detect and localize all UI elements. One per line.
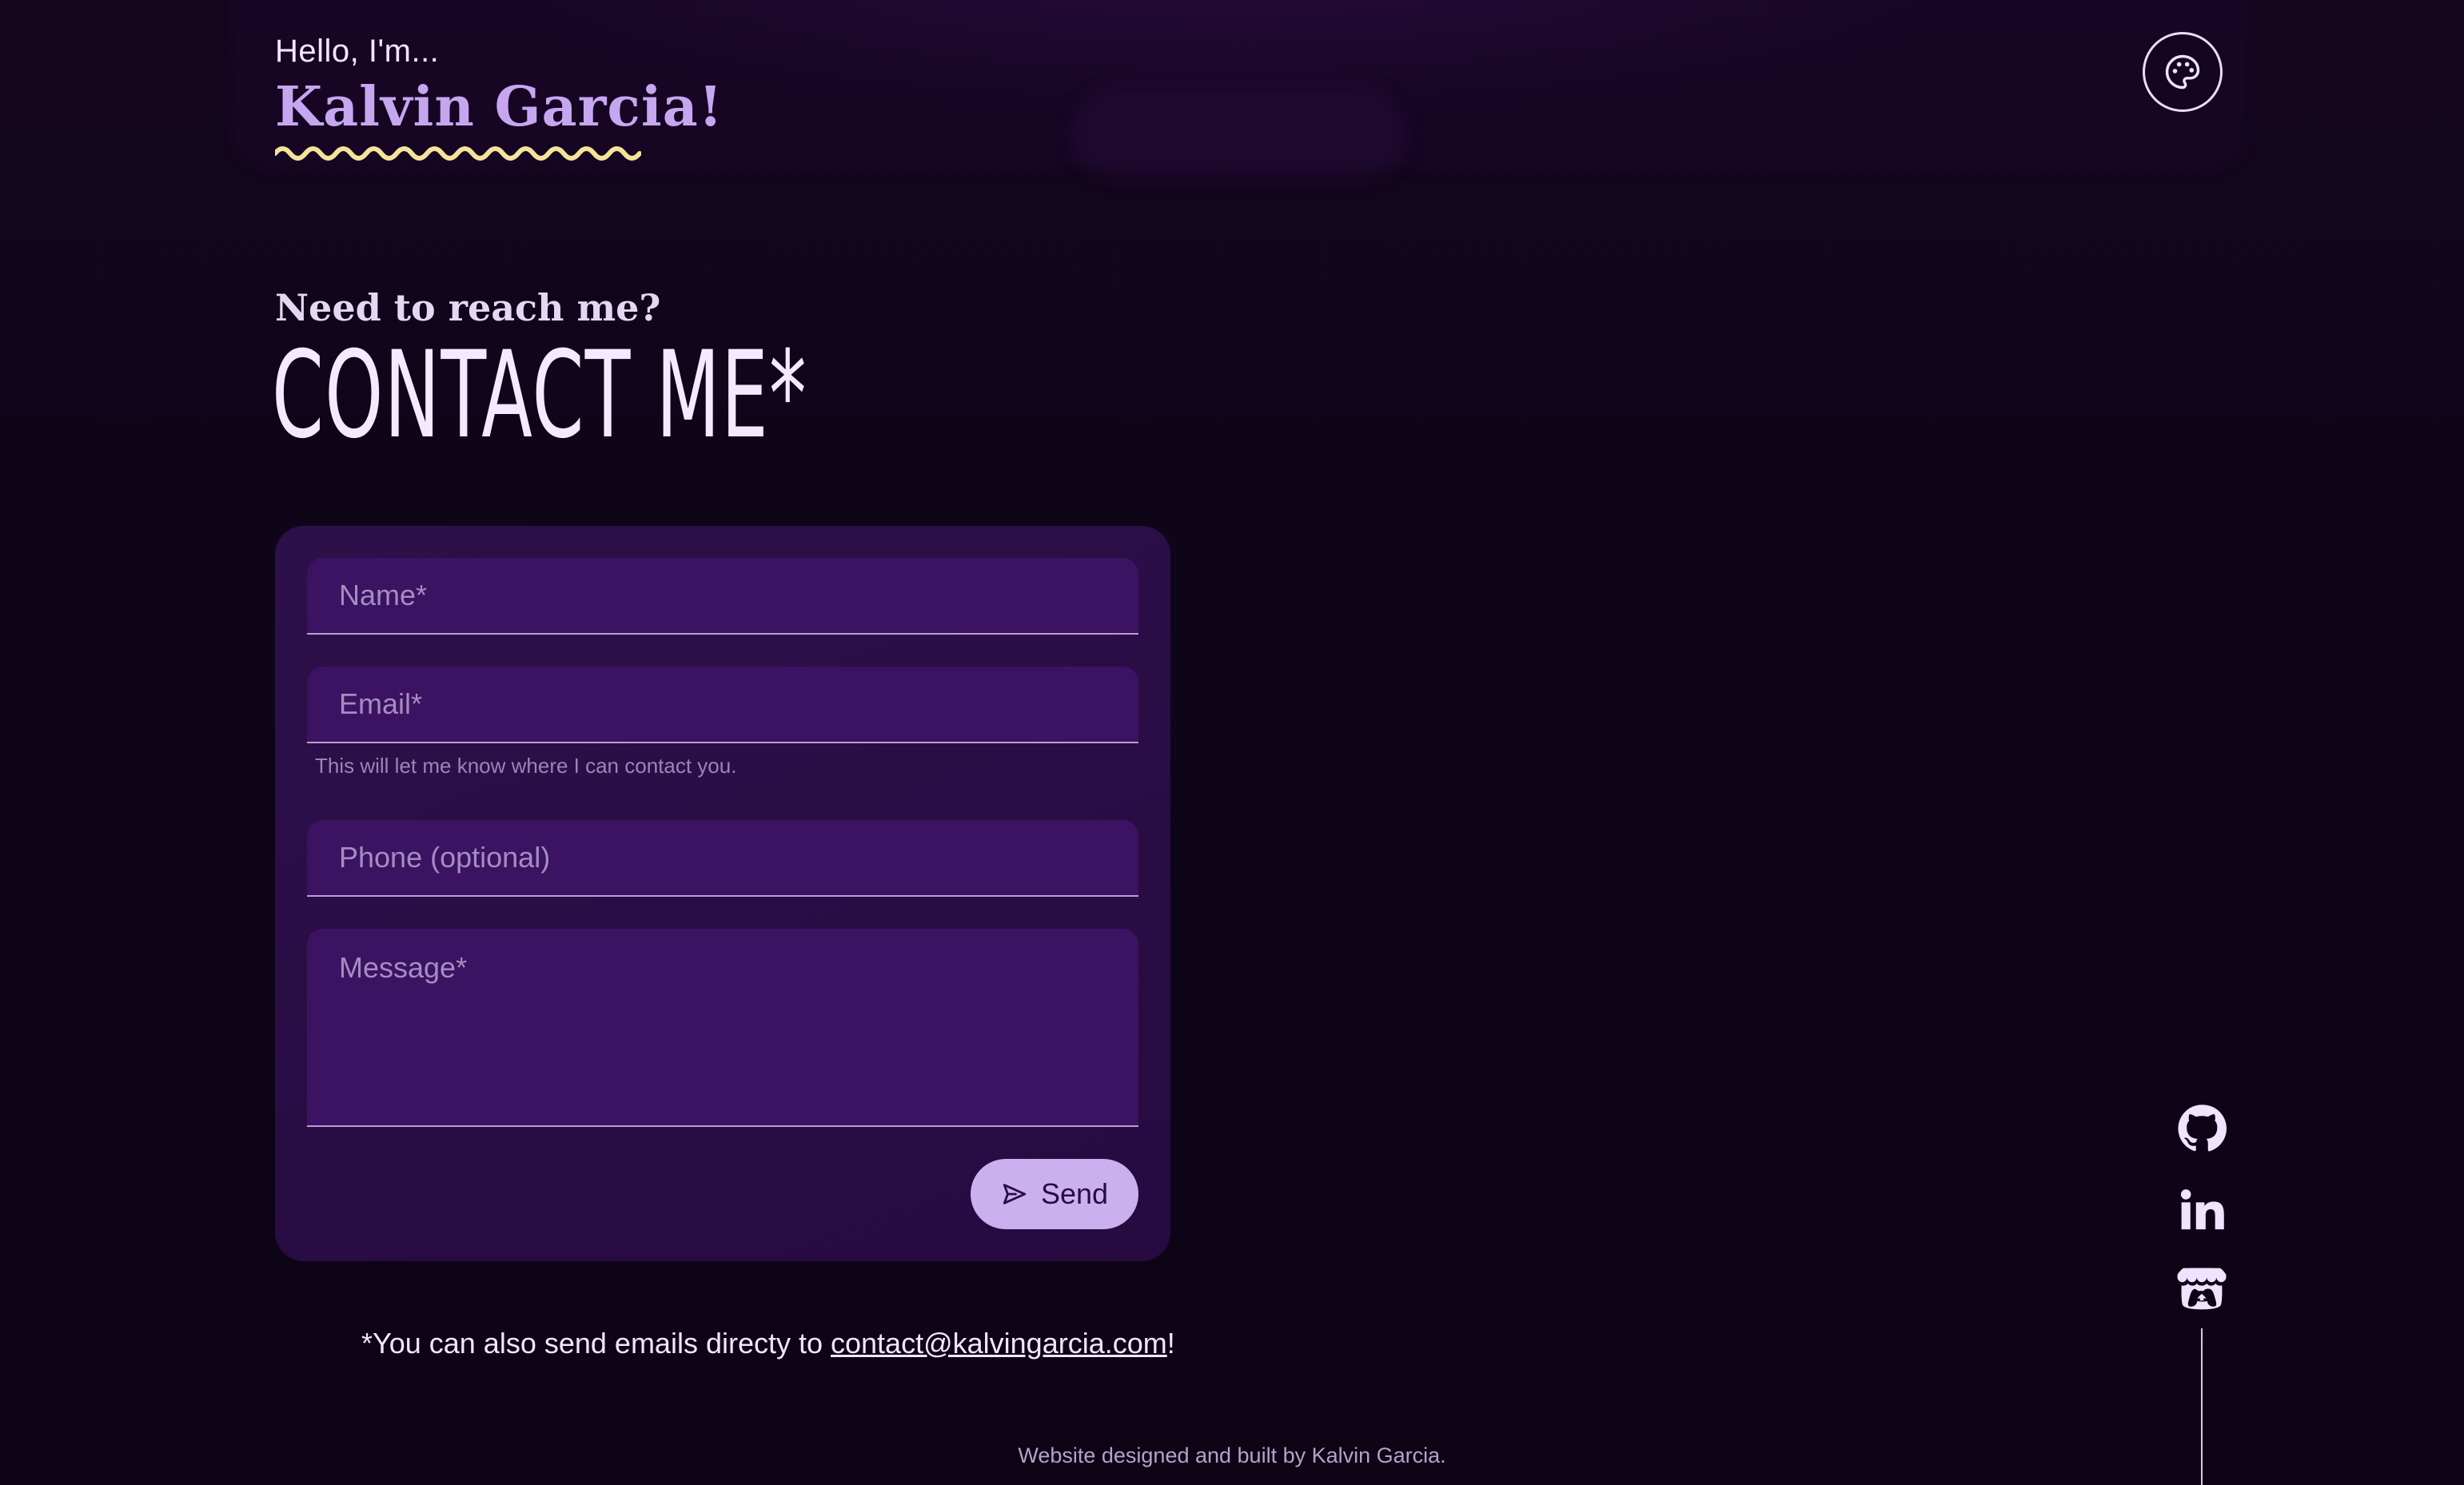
- email-footnote: *You can also send emails directy to con…: [361, 1327, 1175, 1360]
- contact-email-link[interactable]: contact@kalvingarcia.com: [831, 1327, 1167, 1360]
- email-placeholder: Email*: [339, 687, 423, 720]
- github-icon: [2178, 1105, 2227, 1152]
- github-link[interactable]: [2176, 1103, 2227, 1154]
- social-divider-line: [2201, 1328, 2203, 1485]
- site-owner-name[interactable]: Kalvin Garcia!: [275, 80, 724, 134]
- contact-heading: CONTACT ME*: [272, 326, 807, 465]
- itchio-icon: [2177, 1268, 2227, 1310]
- linkedin-link[interactable]: [2176, 1184, 2227, 1236]
- email-field[interactable]: Email*: [307, 667, 1138, 743]
- phone-field[interactable]: Phone (optional): [307, 820, 1138, 897]
- footnote-suffix: !: [1166, 1327, 1175, 1360]
- phone-placeholder: Phone (optional): [339, 841, 551, 874]
- footnote-prefix: *You can also send emails directy to: [361, 1327, 831, 1360]
- message-placeholder: Message*: [339, 951, 468, 984]
- contact-subheading: Need to reach me?: [275, 286, 661, 329]
- send-label: Send: [1040, 1177, 1109, 1210]
- palette-icon: [2165, 54, 2200, 90]
- email-helper-text: This will let me know where I can contac…: [315, 754, 737, 778]
- name-field[interactable]: Name*: [307, 558, 1138, 635]
- theme-toggle-button[interactable]: [2143, 32, 2223, 112]
- nav-ghost-pill: [1071, 90, 1407, 177]
- contact-form: Name* Email* This will let me know where…: [275, 526, 1170, 1261]
- itchio-link[interactable]: [2176, 1263, 2227, 1314]
- squiggle-underline: [275, 146, 641, 161]
- footer-credit: Website designed and built by Kalvin Gar…: [1018, 1443, 1446, 1467]
- message-field[interactable]: Message*: [307, 929, 1138, 1127]
- linkedin-icon: [2180, 1189, 2224, 1230]
- send-icon: [1003, 1184, 1027, 1204]
- contact-page: Hello, I'm... Kalvin Garcia! Need to rea…: [0, 0, 2464, 1485]
- name-placeholder: Name*: [339, 579, 428, 611]
- greeting-text: Hello, I'm...: [275, 34, 440, 69]
- send-button[interactable]: Send: [971, 1159, 1138, 1229]
